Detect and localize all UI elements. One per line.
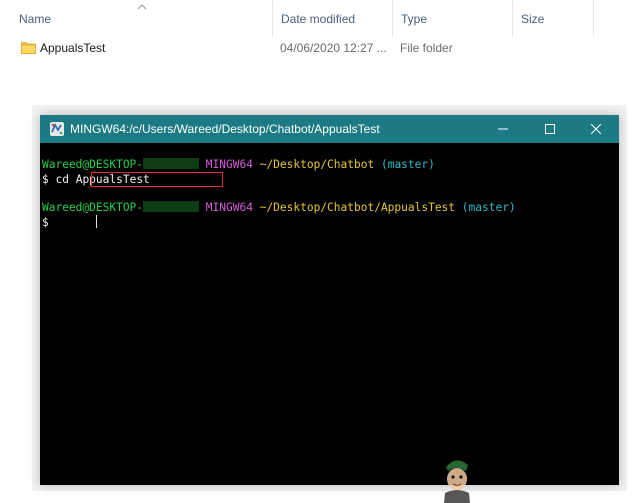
prompt-symbol: $ [42, 173, 49, 186]
terminal-titlebar[interactable]: MINGW64:/c/Users/Wareed/Desktop/Chatbot/… [40, 115, 619, 143]
file-name: AppualsTest [40, 41, 106, 55]
prompt-path: ~/Desktop/Chatbot/AppualsTest [259, 201, 456, 214]
terminal-output[interactable]: Wareed@DESKTOP- MINGW64 ~/Desktop/Chatbo… [40, 143, 619, 503]
prompt-user: Wareed@DESKTOP- [42, 158, 144, 171]
folder-icon [21, 42, 36, 54]
maximize-icon [545, 124, 555, 134]
prompt-branch: (master) [380, 158, 435, 171]
sort-ascending-icon [137, 4, 147, 10]
file-row-appualstest[interactable]: AppualsTest 04/06/2020 12:27 ... File fo… [0, 36, 644, 60]
column-date-label: Date modified [281, 12, 356, 26]
column-size[interactable]: Size [513, 0, 594, 36]
prompt-system: MINGW64 [205, 158, 253, 171]
minimize-icon [498, 128, 508, 130]
explorer-column-header: Name Date modified Type Size [0, 0, 644, 36]
file-type: File folder [400, 41, 453, 55]
file-date-modified: 04/06/2020 12:27 ... [280, 41, 387, 55]
watermark-mascot-icon [444, 460, 470, 503]
redacted-hostname [143, 201, 200, 212]
maximize-button[interactable] [527, 115, 573, 143]
mingw-icon [50, 122, 64, 136]
text-cursor [96, 215, 97, 228]
close-button[interactable] [573, 115, 619, 143]
prompt-path: ~/Desktop/Chatbot [259, 158, 375, 171]
column-date-modified[interactable]: Date modified [273, 0, 393, 36]
prompt-branch: (master) [461, 201, 516, 214]
prompt-symbol: $ [42, 216, 49, 229]
close-icon [591, 124, 601, 134]
input-line[interactable]: $ [42, 215, 49, 230]
prompt-user: Wareed@DESKTOP- [42, 201, 144, 214]
column-type[interactable]: Type [393, 0, 513, 36]
mingw-terminal-window[interactable]: MINGW64:/c/Users/Wareed/Desktop/Chatbot/… [32, 105, 627, 503]
column-size-label: Size [521, 12, 545, 26]
prompt-line-1: Wareed@DESKTOP- MINGW64 ~/Desktop/Chatbo… [42, 157, 435, 172]
command-highlight-box [91, 172, 223, 187]
prompt-system: MINGW64 [205, 201, 253, 214]
column-type-label: Type [401, 12, 428, 26]
prompt-line-2: Wareed@DESKTOP- MINGW64 ~/Desktop/Chatbo… [42, 200, 516, 215]
redacted-hostname [143, 158, 200, 169]
minimize-button[interactable] [480, 115, 526, 143]
terminal-scrollbar[interactable] [605, 143, 619, 485]
column-name-label: Name [19, 12, 52, 26]
terminal-title: MINGW64:/c/Users/Wareed/Desktop/Chatbot/… [70, 122, 380, 136]
